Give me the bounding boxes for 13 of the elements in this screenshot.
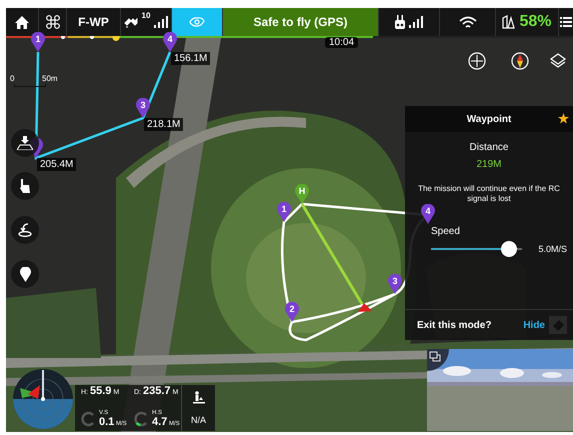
home-icon: [15, 16, 29, 28]
satellite-count: 10: [142, 11, 150, 20]
wifi-icon[interactable]: [458, 16, 476, 28]
battery-icon: [502, 15, 516, 29]
flight-mode[interactable]: F-WP: [78, 15, 109, 29]
battery-percent: 58%: [519, 13, 552, 31]
signal-icon: [154, 16, 168, 28]
flight-status: Safe to fly (GPS): [253, 15, 348, 29]
remote-controller-icon[interactable]: [395, 15, 405, 29]
signal-icon: [409, 16, 423, 28]
menu-icon[interactable]: [560, 17, 572, 27]
drone-icon[interactable]: [46, 15, 60, 29]
battery-status[interactable]: 58%: [496, 8, 559, 36]
